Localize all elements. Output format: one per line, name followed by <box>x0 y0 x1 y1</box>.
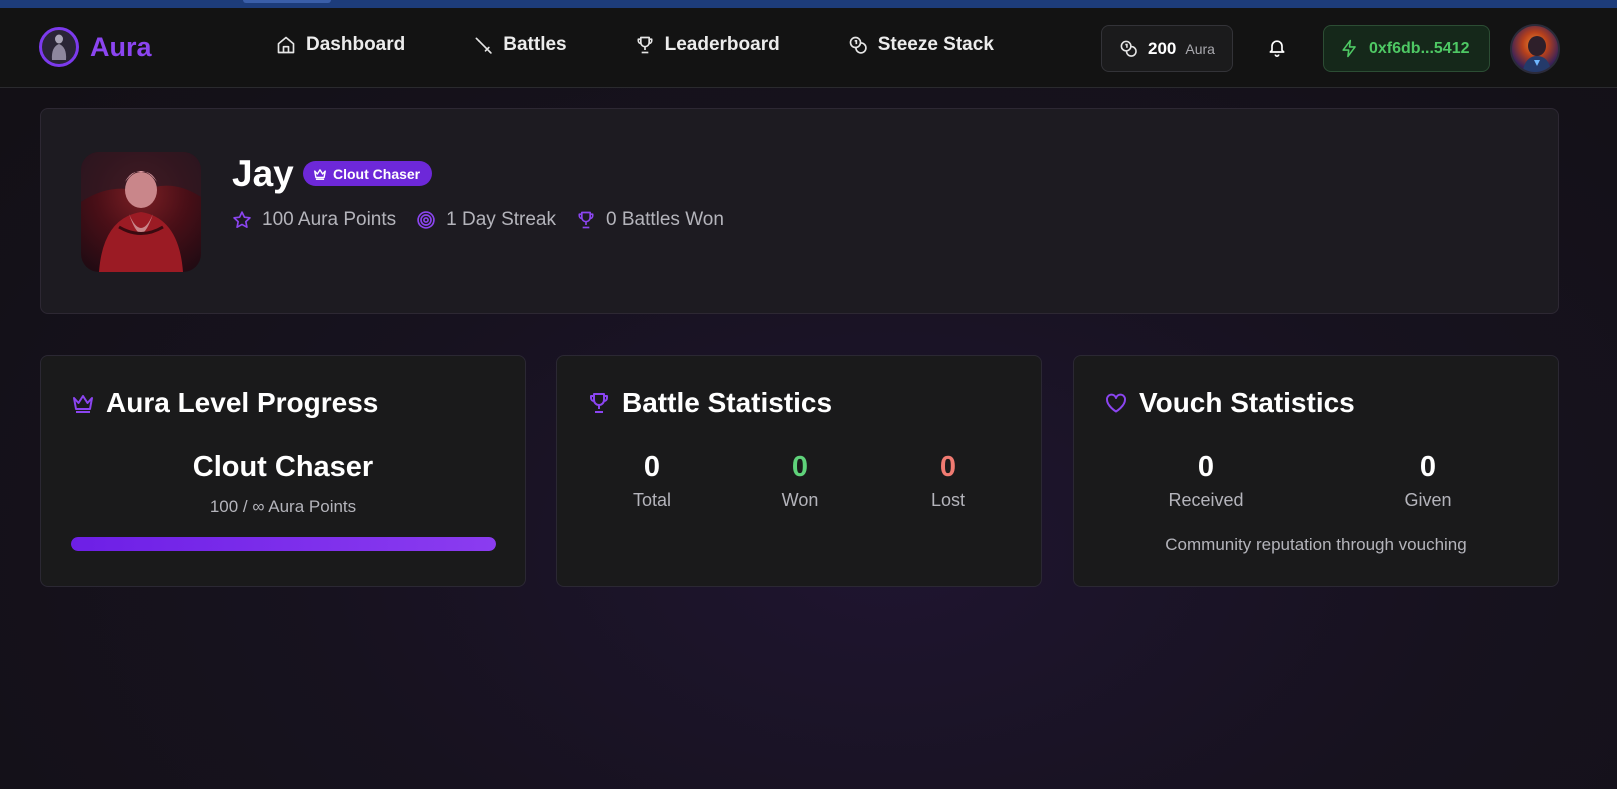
streak-text: 1 Day Streak <box>446 209 556 230</box>
nav-leaderboard-label: Leaderboard <box>664 34 780 55</box>
level-progress-fill <box>71 537 496 551</box>
vouches-given-label: Given <box>1404 490 1452 510</box>
profile-stats: 100 Aura Points 1 Day Streak 0 Battles W… <box>232 209 744 231</box>
level-progress-bar <box>71 537 496 551</box>
level-card-title-text: Aura Level Progress <box>106 387 379 418</box>
sword-icon <box>475 37 492 54</box>
aura-points-stat: 100 Aura Points <box>232 209 396 231</box>
profile-name: Jay <box>232 153 294 194</box>
vouch-card-title-text: Vouch Statistics <box>1139 387 1355 418</box>
vouch-card-title: Vouch Statistics <box>1104 387 1355 419</box>
nav-steeze-stack-label: Steeze Stack <box>877 34 994 55</box>
battles-lost-value: 0 <box>939 451 957 483</box>
coins-icon <box>849 36 867 54</box>
heart-icon <box>1106 393 1126 413</box>
battle-card-title-text: Battle Statistics <box>622 387 833 418</box>
aura-balance[interactable]: 200 Aura <box>1101 25 1233 72</box>
battles-won-value: 0 <box>791 451 809 483</box>
current-level-name: Clout Chaser <box>192 451 374 483</box>
battles-won-stat: 0 Battles Won <box>576 209 724 231</box>
top-navbar: Aura Dashboard Battles Leaderboard Steez… <box>0 8 1617 88</box>
vouches-received: 0 Received <box>1136 451 1276 511</box>
balance-unit: Aura <box>1185 40 1215 57</box>
star-icon <box>233 211 251 228</box>
battle-statistics-card: Battle Statistics 0 Total 0 Won 0 Lost <box>556 355 1042 587</box>
nav-battles[interactable]: Battles <box>473 34 567 56</box>
vouches-received-value: 0 <box>1197 451 1215 483</box>
vouches-given: 0 Given <box>1358 451 1498 511</box>
trophy-icon <box>578 211 594 229</box>
battles-won: 0 Won <box>730 451 870 511</box>
nav-dashboard[interactable]: Dashboard <box>276 34 405 56</box>
battles-total-value: 0 <box>643 451 661 483</box>
aura-points-text: 100 Aura Points <box>262 209 397 230</box>
crown-icon <box>73 395 93 413</box>
browser-tab-indicator <box>243 0 331 3</box>
rank-badge: Clout Chaser <box>303 161 433 186</box>
battles-lost: 0 Lost <box>878 451 1018 511</box>
wallet-button[interactable]: 0xf6db...5412 <box>1323 25 1490 72</box>
battle-card-title: Battle Statistics <box>587 387 832 419</box>
battles-won-text: 0 Battles Won <box>605 209 724 230</box>
level-points-text: 100 / ∞ Aura Points <box>209 497 357 516</box>
profile-card: Jay Clout Chaser 100 Aura Points 1 Day S… <box>40 108 1559 314</box>
vouch-description: Community reputation through vouching <box>1165 535 1467 554</box>
profile-avatar <box>81 152 201 272</box>
rank-badge-label: Clout Chaser <box>333 165 421 182</box>
target-icon <box>417 211 435 229</box>
vouches-received-label: Received <box>1168 490 1244 510</box>
battles-lost-label: Lost <box>930 490 966 510</box>
nav-dashboard-label: Dashboard <box>306 34 406 55</box>
nav-steeze-stack[interactable]: Steeze Stack <box>848 34 994 56</box>
level-progress-card: Aura Level Progress Clout Chaser 100 / ∞… <box>40 355 526 587</box>
notifications-button[interactable] <box>1267 36 1287 63</box>
user-avatar[interactable] <box>1510 24 1560 74</box>
nav-leaderboard[interactable]: Leaderboard <box>635 34 780 56</box>
vouch-statistics-card: Vouch Statistics 0 Received 0 Given Comm… <box>1073 355 1559 587</box>
app-logo[interactable]: Aura <box>39 27 152 67</box>
browser-top-strip <box>0 0 1617 8</box>
wallet-address: 0xf6db...5412 <box>1369 39 1470 57</box>
balance-amount: 200 <box>1148 38 1177 58</box>
logo-figure-icon <box>39 27 79 67</box>
vouches-given-value: 0 <box>1419 451 1437 483</box>
trophy-icon <box>637 36 653 54</box>
streak-stat: 1 Day Streak <box>416 209 556 231</box>
app-name: Aura <box>90 31 152 62</box>
bell-icon <box>1269 40 1285 57</box>
level-card-title: Aura Level Progress <box>71 387 378 419</box>
trophy-icon <box>590 393 608 413</box>
home-icon <box>277 36 295 54</box>
crown-icon <box>314 168 326 180</box>
nav-battles-label: Battles <box>503 34 567 55</box>
main-nav: Dashboard Battles Leaderboard Steeze Sta… <box>276 34 1062 56</box>
lightning-icon <box>1342 39 1356 58</box>
battles-total: 0 Total <box>582 451 722 511</box>
coins-icon <box>1120 40 1137 57</box>
battles-total-label: Total <box>632 490 672 510</box>
battles-won-label: Won <box>781 490 819 510</box>
